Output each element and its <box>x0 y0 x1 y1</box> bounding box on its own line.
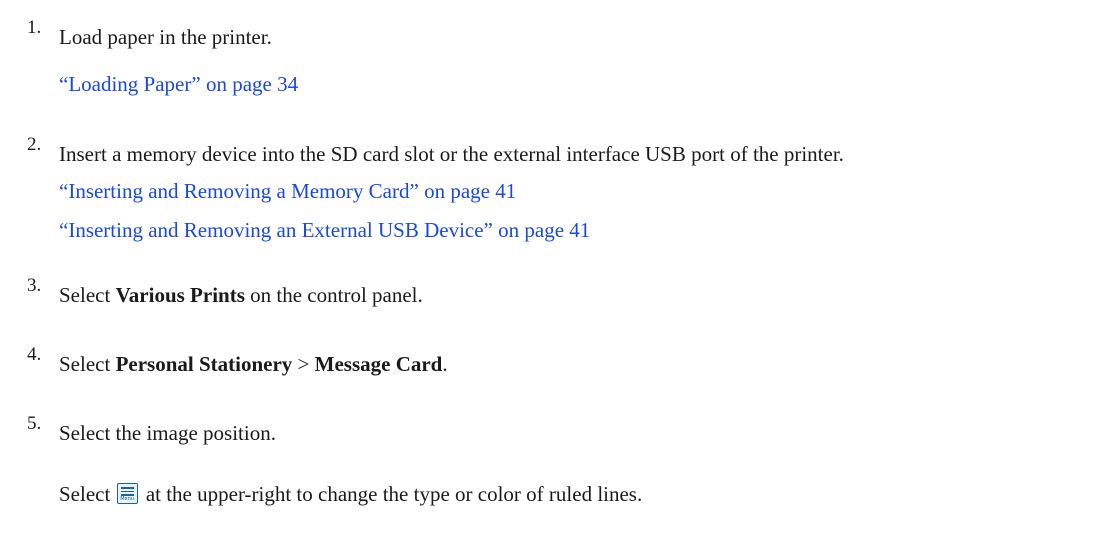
text-suffix: . <box>442 352 448 376</box>
menu-label-message-card: Message Card <box>314 352 443 376</box>
step-number: 1. <box>27 17 42 38</box>
step-text: Select Various Prints on the control pan… <box>59 283 423 307</box>
menu-label-various-prints: Various Prints <box>115 283 245 307</box>
link-external-usb[interactable]: “Inserting and Removing an External USB … <box>59 218 590 242</box>
step-text: Load paper in the printer. <box>59 25 272 49</box>
link-loading-paper[interactable]: “Loading Paper” on page 34 <box>59 72 298 96</box>
step-number: 3. <box>27 275 42 296</box>
text-prefix: Select <box>59 352 116 376</box>
menu-icon-caption: Menu <box>120 496 134 502</box>
note-prefix: Select <box>59 482 111 506</box>
path-separator: > <box>292 352 315 376</box>
step-number: 5. <box>27 413 42 434</box>
note-suffix: at the upper-right to change the type or… <box>145 482 643 506</box>
step-text: Insert a memory device into the SD card … <box>59 142 844 166</box>
step-text: Select Personal Stationery > Message Car… <box>59 352 448 376</box>
text-suffix: on the control panel. <box>244 283 423 307</box>
link-memory-card[interactable]: “Inserting and Removing a Memory Card” o… <box>59 179 516 203</box>
step-note: Select Menu at the upper-right to change… <box>59 482 642 506</box>
step-text: Select the image position. <box>59 421 276 445</box>
step-number: 2. <box>27 134 42 155</box>
text-prefix: Select <box>59 283 116 307</box>
menu-icon: Menu <box>116 483 138 504</box>
step-number: 4. <box>27 344 42 365</box>
menu-label-personal-stationery: Personal Stationery <box>115 352 293 376</box>
